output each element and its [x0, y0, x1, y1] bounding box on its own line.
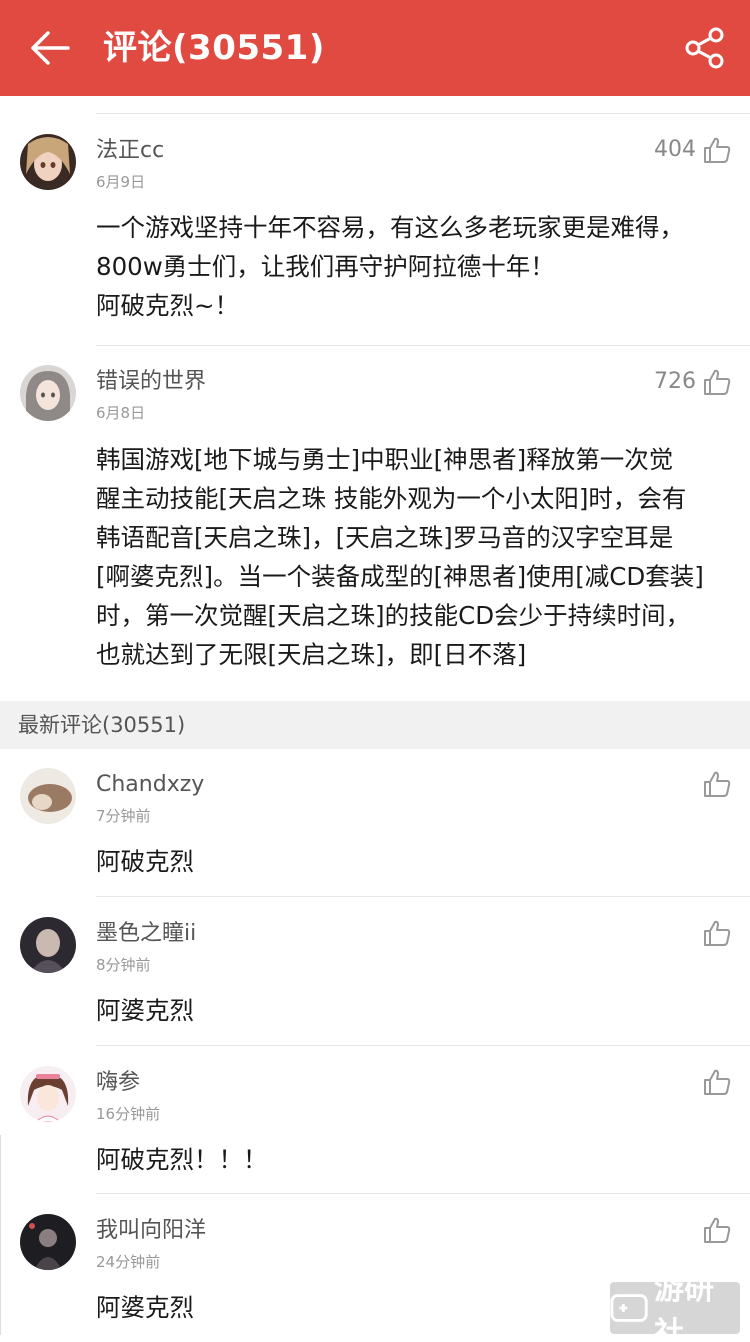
username[interactable]: Chandxzy: [96, 770, 204, 800]
page-title: 评论(30551): [103, 28, 325, 68]
comment-text: 一个游戏坚持十年不容易，有这么多老玩家更是难得， 800w勇士们，让我们再守护阿…: [96, 208, 736, 325]
share-button[interactable]: [684, 26, 726, 70]
like-button[interactable]: 726: [654, 367, 732, 397]
like-count: 404: [654, 137, 696, 162]
share-icon: [685, 27, 724, 69]
like-button[interactable]: [702, 1067, 732, 1097]
back-button[interactable]: [28, 28, 72, 68]
comment-text: 韩国游戏[地下城与勇士]中职业[神思者]释放第一次觉 醒主动技能[天启之珠 技能…: [96, 440, 736, 674]
comment-time: 7分钟前: [96, 807, 151, 825]
thumbs-up-icon: [704, 920, 731, 946]
comment-line: 800w勇士们，让我们再守护阿拉德十年！: [96, 252, 555, 281]
thumbs-up-icon: [704, 137, 731, 163]
section-header: 最新评论(30551): [0, 701, 750, 749]
thumbs-up-icon: [704, 1069, 731, 1095]
divider: [96, 113, 750, 114]
comment-line: 韩语配音[天启之珠]，[天启之珠]罗马音的汉字空耳是: [96, 523, 674, 552]
comment-text: 阿破克烈！！！: [96, 1145, 268, 1174]
username[interactable]: 嗨参: [96, 1068, 140, 1098]
avatar[interactable]: [20, 134, 76, 190]
comment-text: 阿婆克烈: [96, 996, 194, 1025]
like-button[interactable]: 404: [654, 135, 732, 165]
like-count: 726: [654, 369, 696, 394]
comment-text: 阿破克烈: [96, 847, 194, 876]
comment-line: 也就达到了无限[天启之珠]，即[日不落]: [96, 640, 527, 669]
avatar[interactable]: [20, 768, 76, 824]
watermark: 游研社: [610, 1272, 740, 1342]
avatar[interactable]: [20, 917, 76, 973]
divider: [96, 1045, 750, 1046]
comment-line: 醒主动技能[天启之珠 技能外观为一个小太阳]时，会有: [96, 484, 687, 513]
like-button[interactable]: [702, 918, 732, 948]
gamepad-icon: [610, 1294, 648, 1322]
watermark-text: 游研社: [654, 1272, 715, 1342]
username[interactable]: 墨色之瞳ii: [96, 919, 196, 949]
avatar[interactable]: [20, 1066, 76, 1122]
thumbs-up-icon: [704, 1217, 731, 1243]
like-button[interactable]: [702, 769, 732, 799]
comment-line: 一个游戏坚持十年不容易，有这么多老玩家更是难得，: [96, 213, 684, 242]
comment-line: 韩国游戏[地下城与勇士]中职业[神思者]释放第一次觉: [96, 445, 674, 474]
scroll-edge: [0, 1135, 6, 1335]
avatar[interactable]: [20, 365, 76, 421]
avatar[interactable]: [20, 1214, 76, 1270]
comment-line: [啊婆克烈]。当一个装备成型的[神思者]使用[减CD套装]: [96, 562, 704, 591]
username[interactable]: 我叫向阳洋: [96, 1216, 206, 1246]
thumbs-up-icon: [704, 771, 731, 797]
top-app-bar: 评论(30551): [0, 0, 750, 96]
comment-time: 8分钟前: [96, 956, 151, 974]
comment-line: 时，第一次觉醒[天启之珠]的技能CD会少于持续时间，: [96, 601, 691, 630]
username[interactable]: 法正cc: [96, 136, 164, 166]
username[interactable]: 错误的世界: [96, 367, 206, 397]
like-button[interactable]: [702, 1215, 732, 1245]
section-title: 最新评论(30551): [18, 713, 186, 737]
comment-date: 6月8日: [96, 404, 146, 422]
thumbs-up-icon: [704, 369, 731, 395]
arrow-left-icon: [31, 31, 70, 65]
divider: [96, 1193, 750, 1194]
comment-time: 16分钟前: [96, 1105, 161, 1123]
comment-line: 阿破克烈~！: [96, 291, 240, 320]
divider: [96, 345, 750, 346]
comment-date: 6月9日: [96, 173, 146, 191]
divider: [96, 896, 750, 897]
comment-time: 24分钟前: [96, 1253, 161, 1271]
